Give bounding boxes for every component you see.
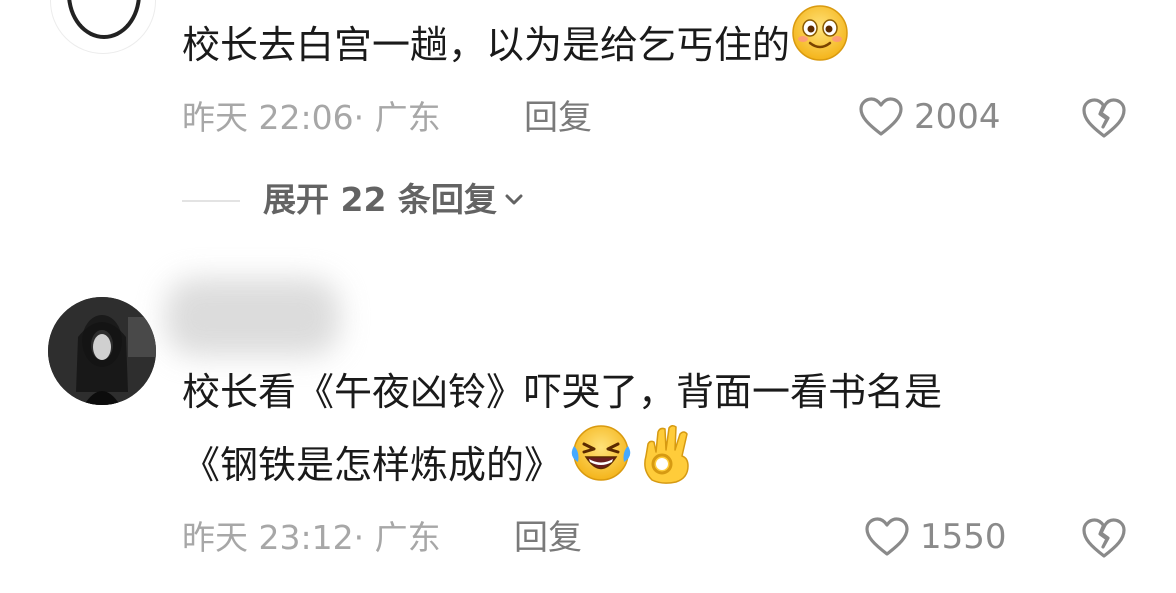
comment-meta: 昨天 23:12· 广东 [182,518,441,558]
like-count: 1550 [920,517,1007,557]
comment-line-2: 《钢铁是怎样炼成的》 [182,424,942,507]
ok-hand-emoji [638,422,698,507]
heart-outline-icon [865,517,909,556]
avatar[interactable] [48,297,156,405]
comment-text: 校长去白宫一趟，以为是给乞丐住的 [182,5,850,86]
chevron-down-icon [505,194,523,205]
comment-time: 昨天 23:12 [182,518,354,557]
expand-replies-label: 展开 22 条回复 [263,180,497,219]
expand-replies-button[interactable]: 展开 22 条回复 [263,180,525,220]
smiling-face-emoji [790,3,850,86]
expand-divider [182,200,240,202]
comment-line-1: 校长看《午夜凶铃》吓哭了，背面一看书名是 [182,370,943,414]
comment-meta: 昨天 22:06· 广东 [182,98,441,138]
broken-heart-icon[interactable] [1080,516,1128,560]
avatar-graphic [48,297,156,405]
comment-time: 昨天 22:06 [182,98,354,137]
like-button[interactable]: 1550 [864,516,1007,558]
comment-location: · 广东 [353,518,441,557]
heart-outline-icon [859,97,903,136]
reply-button[interactable]: 回复 [514,518,582,558]
avatar[interactable] [50,0,156,54]
broken-heart-icon[interactable] [1080,96,1128,140]
avatar-graphic [67,0,141,39]
username-blurred [165,278,340,356]
rolling-laughing-emoji [570,422,632,507]
reply-button[interactable]: 回复 [524,98,592,138]
comment-location: · 广东 [353,98,441,137]
comment-text: 校长看《午夜凶铃》吓哭了，背面一看书名是 《钢铁是怎样炼成的》 [182,356,942,507]
like-count: 2004 [914,97,1001,137]
like-button[interactable]: 2004 [858,96,1001,138]
